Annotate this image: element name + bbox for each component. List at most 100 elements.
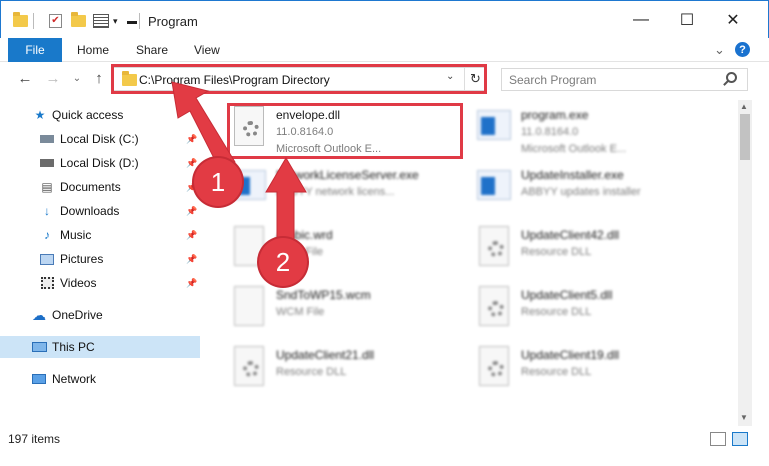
- help-icon[interactable]: ?: [735, 42, 750, 57]
- file-item[interactable]: UpdateInstaller.exe ABBYY updates instal…: [475, 164, 715, 218]
- file-name: SndToWP15.wcm: [276, 288, 371, 302]
- close-button[interactable]: ✕: [710, 1, 756, 39]
- sidebar-item-local-disk-c[interactable]: Local Disk (C:) 📌: [0, 128, 200, 150]
- file-name: UpdateClient21.dll: [276, 348, 375, 362]
- maximize-button[interactable]: ☐: [664, 1, 710, 39]
- pin-icon: 📌: [186, 277, 198, 288]
- file-icon: [230, 284, 270, 332]
- large-icons-view-icon[interactable]: [732, 432, 748, 446]
- step-1-badge: 1: [194, 158, 242, 206]
- quick-access-separator: [33, 12, 34, 30]
- music-icon: ♪: [44, 228, 50, 242]
- address-highlight-box: [111, 64, 487, 94]
- up-button[interactable]: ↑: [88, 67, 110, 89]
- new-folder-icon[interactable]: [71, 12, 86, 30]
- forward-button[interactable]: →: [42, 67, 64, 89]
- pictures-icon: [39, 252, 55, 266]
- sidebar-item-local-disk-d[interactable]: Local Disk (D:) 📌: [0, 152, 200, 174]
- search-icon: [726, 72, 737, 83]
- customize-toolbar-icon[interactable]: ▾: [113, 12, 118, 30]
- sidebar-item-onedrive[interactable]: ☁ OneDrive: [0, 304, 200, 326]
- pin-icon: 📌: [186, 253, 198, 264]
- folder-icon: [13, 12, 28, 30]
- file-description: Resource DLL: [276, 366, 347, 378]
- sidebar-item-music[interactable]: ♪ Music 📌: [0, 224, 200, 246]
- sidebar-item-downloads[interactable]: ↓ Downloads 📌: [0, 200, 200, 222]
- ribbon-expand-icon[interactable]: ⌄: [714, 38, 725, 62]
- search-input[interactable]: Search Program: [501, 68, 748, 91]
- status-bar: 197 items: [0, 428, 769, 450]
- minimize-button[interactable]: —: [618, 1, 664, 39]
- recent-locations-button[interactable]: ⌄: [66, 67, 88, 89]
- file-item[interactable]: UpdateClient5.dll Resource DLL: [475, 284, 715, 338]
- details-view-icon[interactable]: [710, 432, 726, 446]
- file-item[interactable]: UpdateClient21.dll Resource DLL: [230, 344, 470, 398]
- dll-file-icon: [475, 224, 515, 272]
- sidebar-item-pictures[interactable]: Pictures 📌: [0, 248, 200, 270]
- file-item[interactable]: UpdateClient42.dll Resource DLL: [475, 224, 715, 278]
- sidebar-item-this-pc[interactable]: This PC: [0, 336, 200, 358]
- item-count: 197 items: [8, 432, 61, 446]
- properties-icon[interactable]: [93, 12, 109, 30]
- scroll-thumb[interactable]: [740, 114, 750, 160]
- title-separator: [139, 12, 140, 30]
- dll-file-icon: [475, 284, 515, 332]
- tab-share[interactable]: Share: [136, 38, 168, 62]
- tab-view[interactable]: View: [194, 38, 220, 62]
- file-description: Microsoft Outlook E...: [521, 143, 627, 155]
- file-description: Resource DLL: [521, 366, 592, 378]
- vertical-scrollbar[interactable]: ▲ ▼: [738, 100, 752, 426]
- title-bar: ✔ ▾ ▬ Program — ☐ ✕: [0, 0, 769, 38]
- file-description: Resource DLL: [521, 246, 592, 258]
- sidebar-item-network[interactable]: Network: [0, 368, 200, 390]
- navigation-pane: ★ Quick access Local Disk (C:) 📌 Local D…: [0, 100, 205, 426]
- sidebar-item-label: Network: [52, 372, 97, 386]
- videos-icon: [39, 276, 55, 290]
- computer-icon: [31, 340, 47, 354]
- step-2-badge: 2: [259, 238, 307, 286]
- sidebar-item-label: Music: [60, 228, 92, 242]
- file-item[interactable]: program.exe 11.0.8164.0 Microsoft Outloo…: [475, 104, 715, 158]
- pin-icon: 📌: [186, 133, 198, 144]
- sidebar-item-label: Downloads: [60, 204, 120, 218]
- sidebar-item-label: OneDrive: [52, 308, 103, 322]
- file-name: program.exe: [521, 108, 589, 122]
- file-item[interactable]: SndToWP15.wcm WCM File: [230, 284, 470, 338]
- file-description: ABBYY network licens...: [276, 186, 395, 198]
- file-item[interactable]: UpdateClient19.dll Resource DLL: [475, 344, 715, 398]
- cloud-icon: ☁: [32, 306, 46, 323]
- back-button[interactable]: ←: [14, 67, 36, 89]
- exe-file-icon: [475, 104, 515, 152]
- sidebar-item-quick-access[interactable]: ★ Quick access: [0, 104, 200, 126]
- exe-file-icon: [475, 164, 515, 212]
- pin-icon: 📌: [186, 205, 198, 216]
- sidebar-item-label: Pictures: [60, 252, 104, 266]
- sidebar-item-label: Local Disk (C:): [60, 132, 139, 146]
- pin-icon: 📌: [186, 229, 198, 240]
- pin-icon: 📌: [186, 157, 198, 168]
- tab-file[interactable]: File: [8, 38, 62, 62]
- tab-home[interactable]: Home: [77, 38, 109, 62]
- properties-check-icon[interactable]: ✔: [49, 12, 62, 30]
- documents-icon: ▤: [41, 180, 53, 194]
- sidebar-item-label: Documents: [60, 180, 121, 194]
- scroll-up-icon[interactable]: ▲: [740, 102, 748, 111]
- quick-access-menu-icon[interactable]: ▬: [127, 12, 137, 30]
- file-name: UpdateClient5.dll: [521, 288, 613, 302]
- drive-icon: [39, 132, 55, 146]
- dll-file-icon: [475, 344, 515, 392]
- sidebar-item-label: This PC: [52, 340, 95, 354]
- file-name: UpdateClient42.dll: [521, 228, 620, 242]
- sidebar-item-label: Quick access: [52, 108, 124, 122]
- file-name: NetworkLicenseServer.exe: [276, 168, 419, 182]
- file-item[interactable]: NetworkLicenseServer.exe ABBYY network l…: [230, 164, 470, 218]
- sidebar-item-documents[interactable]: ▤ Documents 📌: [0, 176, 200, 198]
- file-description: WCM File: [276, 306, 325, 318]
- sidebar-item-videos[interactable]: Videos 📌: [0, 272, 200, 294]
- sidebar-item-label: Local Disk (D:): [60, 156, 139, 170]
- scroll-down-icon[interactable]: ▼: [740, 413, 748, 422]
- ribbon-tabs: File Home Share View ⌄ ?: [0, 38, 769, 62]
- navigation-bar: ← → ⌄ ↑ C:\Program Files\Program Directo…: [0, 62, 769, 94]
- file-name: UpdateInstaller.exe: [521, 168, 624, 182]
- network-icon: [31, 372, 47, 386]
